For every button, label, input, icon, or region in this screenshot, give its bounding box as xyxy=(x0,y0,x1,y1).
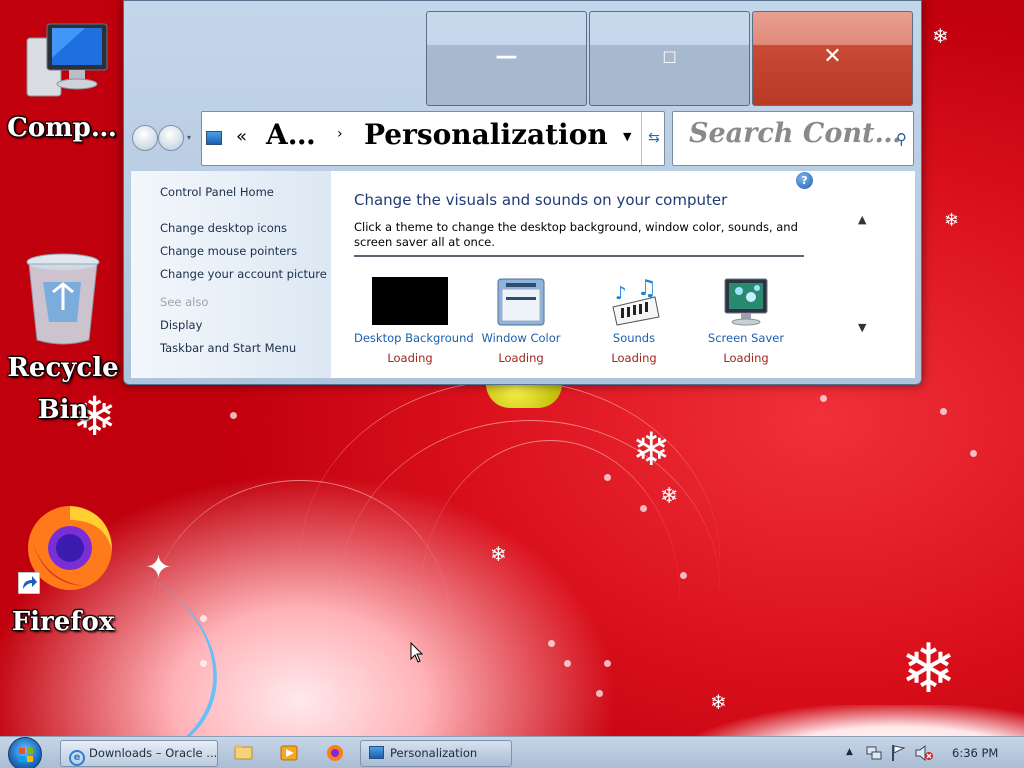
item-name: Screen Saver xyxy=(707,331,785,345)
screen-saver-icon xyxy=(690,277,802,327)
divider xyxy=(354,255,804,257)
task-label: Personalization xyxy=(390,746,478,760)
breadcrumb-all-control-panel[interactable]: A… xyxy=(266,118,316,151)
recycle-bin-icon xyxy=(3,252,123,348)
sounds-icon: ♪ ♫ xyxy=(578,276,690,327)
personalization-window: — ☐ ✕ ▾ « A… › Personalization ▼ ⇆ Searc… xyxy=(123,0,922,385)
firefox-icon xyxy=(3,500,123,598)
item-name: Desktop Background xyxy=(354,331,474,345)
internet-explorer-icon: e xyxy=(69,750,85,766)
action-center-flag-icon[interactable] xyxy=(890,744,906,762)
control-panel-icon xyxy=(206,131,222,145)
desktop-icon-firefox[interactable]: Firefox xyxy=(3,500,123,646)
item-status: Loading xyxy=(498,351,544,365)
item-status: Loading xyxy=(387,351,433,365)
sounds-item[interactable]: ♪ ♫ Sounds Loading xyxy=(578,276,690,365)
maximize-icon: ☐ xyxy=(662,48,677,67)
scrollbar[interactable]: ▲ ▼ xyxy=(815,171,915,378)
taskbar-start-menu-link[interactable]: Taskbar and Start Menu xyxy=(160,341,296,355)
network-icon[interactable] xyxy=(866,745,882,761)
main-pane: ? Change the visuals and sounds on your … xyxy=(331,171,815,378)
item-name: Sounds xyxy=(612,331,656,345)
desktop-icon-label-line2: Bin xyxy=(37,395,89,425)
refresh-button[interactable]: ⇆ xyxy=(641,112,666,165)
taskbar-pin-firefox[interactable] xyxy=(316,740,354,767)
media-player-icon xyxy=(280,745,298,761)
desktop-background-item[interactable]: Desktop Background Loading xyxy=(354,277,474,365)
minimize-icon: — xyxy=(495,44,518,69)
task-label: Downloads – Oracle ... xyxy=(89,746,218,760)
taskbar-pin-media-player[interactable] xyxy=(270,740,308,767)
taskbar-task-downloads[interactable]: e Downloads – Oracle ... xyxy=(60,740,218,767)
address-dropdown-icon[interactable]: ▼ xyxy=(623,130,631,143)
item-status: Loading xyxy=(723,351,769,365)
recent-pages-dropdown-icon[interactable]: ▾ xyxy=(187,133,191,142)
scroll-up-arrow-icon[interactable]: ▲ xyxy=(858,213,866,226)
back-button[interactable] xyxy=(132,125,158,151)
desktop-icon-recycle-bin[interactable]: Recycle Bin xyxy=(3,252,123,432)
show-hidden-icons-button[interactable]: ▲ xyxy=(846,747,853,757)
breadcrumb-overflow-button[interactable]: « xyxy=(236,126,247,147)
control-panel-home-link[interactable]: Control Panel Home xyxy=(160,185,274,199)
desktop-background-icon xyxy=(354,277,466,327)
computer-icon xyxy=(2,18,122,104)
left-task-pane: Control Panel Home Change desktop icons … xyxy=(131,171,331,378)
shortcut-arrow-icon xyxy=(18,572,40,594)
breadcrumb-personalization[interactable]: Personalization xyxy=(364,118,608,151)
taskbar-task-personalization[interactable]: Personalization xyxy=(360,740,512,767)
windows-logo-icon xyxy=(8,737,42,768)
folder-icon xyxy=(234,745,253,760)
svg-text:♪: ♪ xyxy=(615,283,627,304)
navigation-buttons: ▾ xyxy=(132,123,194,153)
window-color-icon xyxy=(465,277,577,327)
refresh-icon: ⇆ xyxy=(648,130,660,146)
svg-text:♫: ♫ xyxy=(637,277,657,301)
change-desktop-icons-link[interactable]: Change desktop icons xyxy=(160,221,287,235)
scroll-down-arrow-icon[interactable]: ▼ xyxy=(858,321,866,334)
maximize-button[interactable]: ☐ xyxy=(589,11,750,106)
firefox-icon xyxy=(327,745,343,761)
desktop-icon-label: Recycle xyxy=(7,353,119,383)
change-account-picture-link[interactable]: Change your account picture xyxy=(160,267,327,281)
search-box[interactable]: Search Cont… ⚲ xyxy=(672,111,914,166)
address-bar[interactable]: « A… › Personalization ▼ ⇆ xyxy=(201,111,665,166)
desktop-icon-label: Comp… xyxy=(7,113,117,143)
breadcrumb-separator-icon[interactable]: › xyxy=(337,126,343,142)
help-icon[interactable]: ? xyxy=(796,172,813,189)
search-input[interactable]: Search Cont… xyxy=(689,118,901,149)
desktop-icon-computer[interactable]: Comp… xyxy=(2,18,122,152)
window-color-item[interactable]: Window Color Loading xyxy=(465,277,577,365)
close-button[interactable]: ✕ xyxy=(752,11,913,106)
desktop-icon-label: Firefox xyxy=(11,607,115,637)
volume-muted-icon[interactable] xyxy=(914,744,934,762)
page-description: Click a theme to change the desktop back… xyxy=(354,220,798,249)
page-title: Change the visuals and sounds on your co… xyxy=(354,191,728,209)
taskbar-pin-explorer[interactable] xyxy=(224,740,262,767)
mouse-cursor-icon xyxy=(410,642,424,663)
change-mouse-pointers-link[interactable]: Change mouse pointers xyxy=(160,244,297,258)
window-content: Control Panel Home Change desktop icons … xyxy=(131,171,915,378)
forward-button[interactable] xyxy=(158,125,184,151)
screen-saver-item[interactable]: Screen Saver Loading xyxy=(690,277,802,365)
search-icon[interactable]: ⚲ xyxy=(896,130,907,148)
start-button[interactable] xyxy=(4,737,46,768)
item-status: Loading xyxy=(611,351,657,365)
display-link[interactable]: Display xyxy=(160,318,202,332)
see-also-heading: See also xyxy=(160,295,209,309)
taskbar: e Downloads – Oracle ... Personalization … xyxy=(0,736,1024,768)
close-icon: ✕ xyxy=(823,44,842,69)
item-name: Window Color xyxy=(481,331,561,345)
minimize-button[interactable]: — xyxy=(426,11,587,106)
taskbar-clock[interactable]: 6:36 PM xyxy=(952,746,998,760)
personalization-icon xyxy=(369,746,384,759)
